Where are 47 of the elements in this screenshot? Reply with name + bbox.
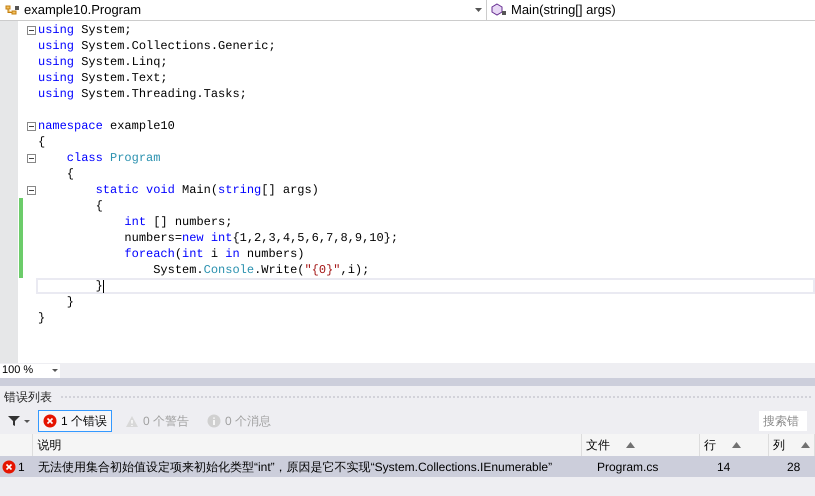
code-line: namespace example10 — [38, 118, 175, 134]
search-field[interactable]: 搜索错 — [759, 411, 807, 431]
dropdown-caret-icon — [475, 8, 482, 12]
column-cell-text: 28 — [786, 458, 802, 476]
collapse-icon[interactable] — [26, 26, 36, 34]
file-cell-text: Program.cs — [596, 458, 660, 476]
error-icon — [2, 460, 16, 474]
sort-up-icon — [732, 442, 742, 448]
code-line: { — [66, 166, 74, 182]
code-line: class Program — [66, 150, 160, 166]
code-line: using System; — [38, 22, 132, 38]
collapse-icon[interactable] — [26, 122, 36, 130]
member-dropdown[interactable]: Main(string[] args) — [487, 0, 815, 20]
error-icon — [43, 414, 57, 428]
collapse-icon[interactable] — [26, 154, 36, 162]
info-icon — [207, 414, 222, 428]
sort-up-icon — [626, 442, 636, 448]
code-line: { — [94, 198, 103, 214]
code-line: using System.Text; — [38, 70, 168, 86]
class-icon — [4, 3, 20, 17]
code-line: } — [38, 310, 46, 326]
filter-icon[interactable] — [8, 415, 20, 427]
filter-toggle[interactable]: 1 个错误 — [38, 410, 112, 432]
dropdown-caret-icon[interactable] — [24, 420, 30, 422]
code-line: using System.Collections.Generic; — [38, 38, 276, 54]
type-dropdown[interactable]: example10.Program — [0, 0, 487, 20]
code-line: using System.Linq; — [38, 54, 168, 70]
code-line: int [] numbers; — [123, 214, 232, 230]
warning-icon — [125, 414, 140, 428]
panel-title: 错误列表 — [4, 389, 52, 406]
method-icon — [491, 3, 507, 17]
code-line: numbers=new int{1,2,3,4,5,6,7,8,9,10}; — [123, 230, 398, 246]
collapse-icon[interactable] — [26, 186, 36, 194]
code-line: { — [38, 134, 46, 150]
text-cursor — [102, 280, 104, 292]
code-line: foreach(int i in numbers) — [123, 246, 304, 262]
zoom-dropdown[interactable]: 100 % — [0, 364, 60, 378]
error-row[interactable]: 1 无法使用集合初始值设定项来初始化类型“int”，原因是它不实现“System.Collections.IEnumerable” Program.cs 14 28 — [0, 456, 815, 477]
error-description: 无法使用集合初始值设定项来初始化类型“int”，原因是它不实现“System.Collections.IEnumerable” — [37, 458, 554, 476]
code-line: System.Console.Write("{0}",i); — [152, 262, 370, 278]
dropdown-caret-icon — [52, 369, 58, 372]
sort-up-icon — [801, 442, 810, 448]
row-number: 1 — [18, 458, 26, 476]
code-line: using System.Threading.Tasks; — [38, 86, 247, 102]
code-line: } — [66, 294, 74, 310]
code-line: static void Main(string[] args) — [94, 182, 319, 198]
line-cell-text: 14 — [716, 458, 732, 476]
